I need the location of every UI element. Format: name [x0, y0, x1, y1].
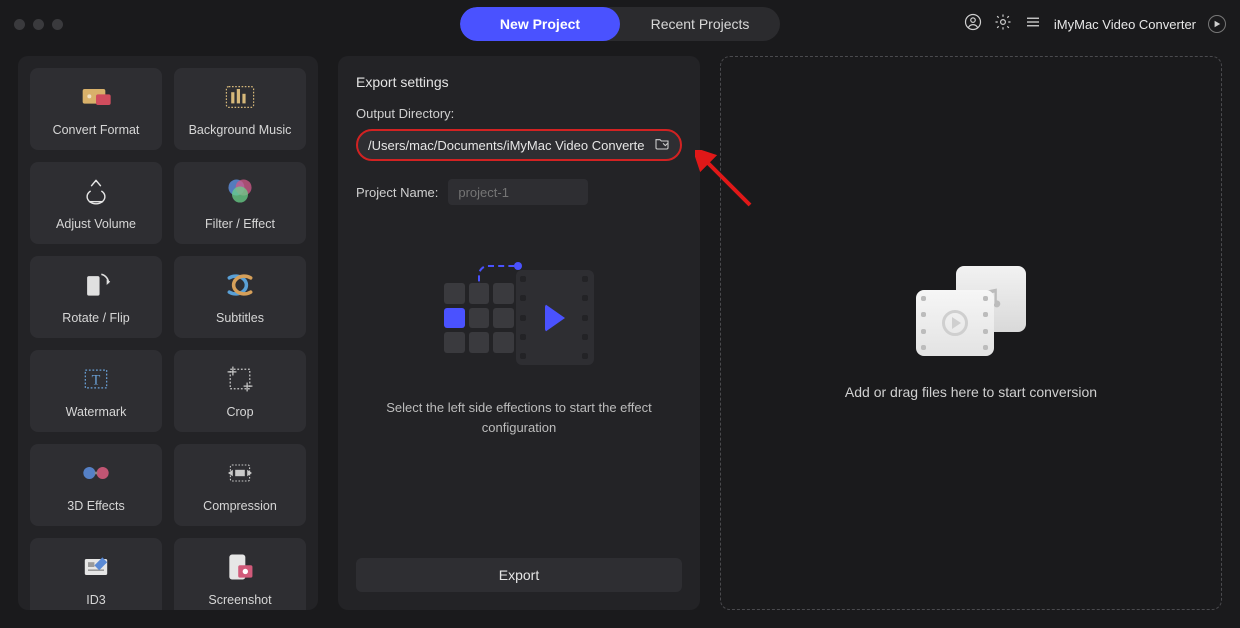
id3-icon — [80, 551, 112, 583]
export-settings-panel: Export settings Output Directory: /Users… — [338, 56, 700, 610]
effect-background-music[interactable]: Background Music — [174, 68, 306, 150]
effect-illustration — [444, 265, 594, 370]
effect-label: Background Music — [189, 123, 292, 137]
main-content: Convert Format Background Music Adjust V… — [0, 48, 1240, 628]
effect-label: Crop — [226, 405, 253, 419]
close-window-icon[interactable] — [14, 19, 25, 30]
effect-label: Adjust Volume — [56, 217, 136, 231]
browse-folder-icon[interactable] — [654, 135, 670, 156]
gear-icon[interactable] — [994, 13, 1012, 36]
drop-zone-text: Add or drag files here to start conversi… — [845, 384, 1097, 400]
effect-adjust-volume[interactable]: Adjust Volume — [30, 162, 162, 244]
effect-label: ID3 — [86, 593, 105, 607]
effect-label: Subtitles — [216, 311, 264, 325]
effect-rotate-flip[interactable]: Rotate / Flip — [30, 256, 162, 338]
effect-compression[interactable]: Compression — [174, 444, 306, 526]
filter-effect-icon — [224, 175, 256, 207]
effect-hint-text: Select the left side effections to start… — [356, 398, 682, 437]
output-directory-label: Output Directory: — [356, 106, 682, 121]
zoom-window-icon[interactable] — [52, 19, 63, 30]
drop-zone-icon — [916, 266, 1026, 356]
effect-crop[interactable]: Crop — [174, 350, 306, 432]
effects-panel: Convert Format Background Music Adjust V… — [18, 56, 318, 610]
title-bar: New Project Recent Projects iMyMac Video… — [0, 0, 1240, 48]
screenshot-icon — [224, 551, 256, 583]
output-directory-field[interactable]: /Users/mac/Documents/iMyMac Video Conver… — [356, 129, 682, 161]
effect-label: Screenshot — [208, 593, 271, 607]
effect-label: Rotate / Flip — [62, 311, 129, 325]
output-directory-path: /Users/mac/Documents/iMyMac Video Conver… — [368, 138, 646, 153]
effect-3d-effects[interactable]: 3D Effects — [30, 444, 162, 526]
tab-recent-projects[interactable]: Recent Projects — [620, 7, 780, 41]
rotate-flip-icon — [80, 269, 112, 301]
effect-label: Watermark — [66, 405, 127, 419]
effect-screenshot[interactable]: Screenshot — [174, 538, 306, 610]
svg-text:T: T — [92, 372, 101, 388]
effect-subtitles[interactable]: Subtitles — [174, 256, 306, 338]
menu-icon[interactable] — [1024, 13, 1042, 36]
effect-watermark[interactable]: T Watermark — [30, 350, 162, 432]
account-icon[interactable] — [964, 13, 982, 36]
effect-convert-format[interactable]: Convert Format — [30, 68, 162, 150]
effect-id3[interactable]: ID3 — [30, 538, 162, 610]
window-controls — [14, 19, 63, 30]
crop-icon — [224, 363, 256, 395]
app-name: iMyMac Video Converter — [1054, 17, 1196, 32]
effect-filter-effect[interactable]: Filter / Effect — [174, 162, 306, 244]
export-button[interactable]: Export — [356, 558, 682, 592]
3d-effects-icon — [80, 457, 112, 489]
project-name-label: Project Name: — [356, 185, 438, 200]
tab-new-project[interactable]: New Project — [460, 7, 620, 41]
drop-zone[interactable]: Add or drag files here to start conversi… — [720, 56, 1222, 610]
convert-format-icon — [80, 81, 112, 113]
project-name-input[interactable] — [448, 179, 588, 205]
effect-label: Compression — [203, 499, 277, 513]
watermark-icon: T — [80, 363, 112, 395]
effect-label: 3D Effects — [67, 499, 124, 513]
effect-label: Filter / Effect — [205, 217, 275, 231]
adjust-volume-icon — [80, 175, 112, 207]
subtitles-icon — [224, 269, 256, 301]
project-tabs: New Project Recent Projects — [460, 7, 780, 41]
background-music-icon — [224, 81, 256, 113]
preview-play-icon[interactable] — [1208, 15, 1226, 33]
export-settings-title: Export settings — [356, 74, 682, 90]
effect-label: Convert Format — [53, 123, 140, 137]
compression-icon — [224, 457, 256, 489]
minimize-window-icon[interactable] — [33, 19, 44, 30]
